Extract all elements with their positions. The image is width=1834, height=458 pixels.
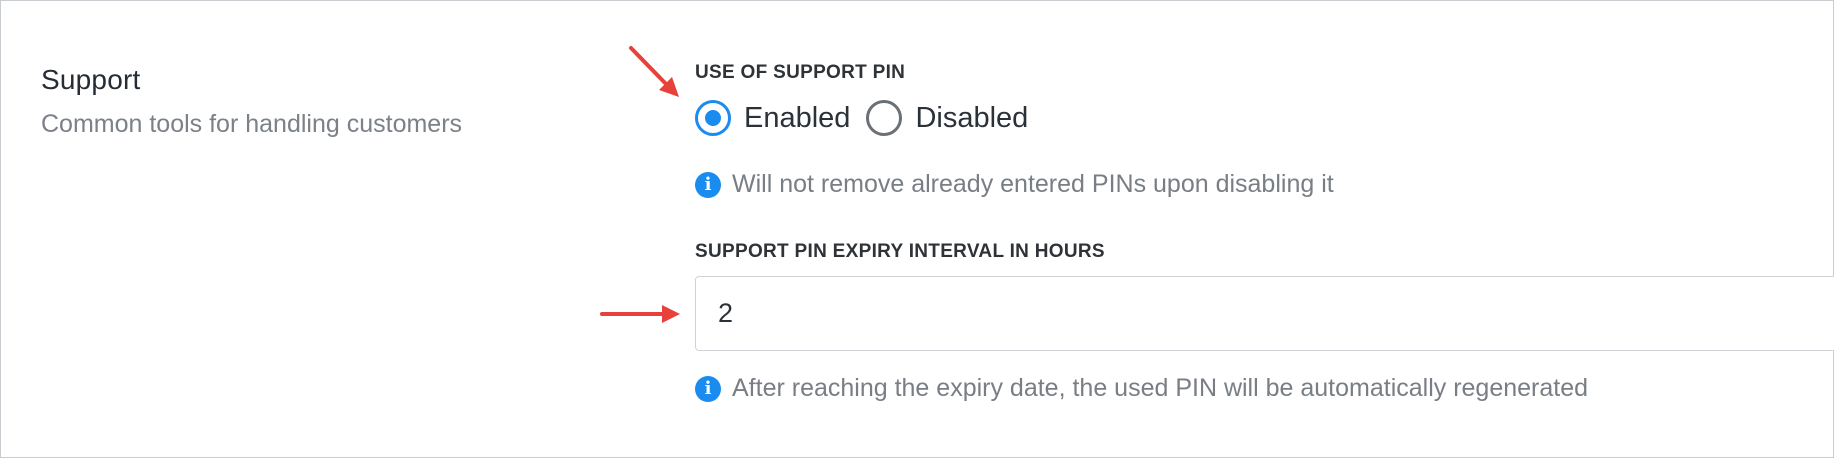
expiry-interval-hint: i After reaching the expiry date, the us… xyxy=(695,374,1588,403)
support-pin-label: USE OF SUPPORT PIN xyxy=(695,62,906,83)
support-pin-radio-group: Enabled Disabled xyxy=(695,98,1028,138)
section-description: Common tools for handling customers xyxy=(41,110,463,138)
info-circle-icon: i xyxy=(695,375,721,402)
radio-enabled[interactable]: Enabled xyxy=(695,100,850,136)
support-pin-hint: i Will not remove already entered PINs u… xyxy=(695,170,1334,199)
radio-disabled-button[interactable] xyxy=(866,100,903,136)
info-circle-icon: i xyxy=(695,171,721,198)
support-pin-hint-text: Will not remove already entered PINs upo… xyxy=(732,170,1334,198)
radio-enabled-button[interactable] xyxy=(695,100,731,136)
expiry-interval-input[interactable] xyxy=(695,276,1834,351)
radio-disabled-label: Disabled xyxy=(915,101,1029,134)
expiry-interval-hint-text: After reaching the expiry date, the used… xyxy=(732,374,1589,402)
radio-disabled[interactable]: Disabled xyxy=(866,100,1028,136)
radio-enabled-label: Enabled xyxy=(744,101,851,134)
section-title: Support xyxy=(41,64,141,95)
expiry-interval-label: SUPPORT PIN EXPIRY INTERVAL IN HOURS xyxy=(695,241,1105,262)
